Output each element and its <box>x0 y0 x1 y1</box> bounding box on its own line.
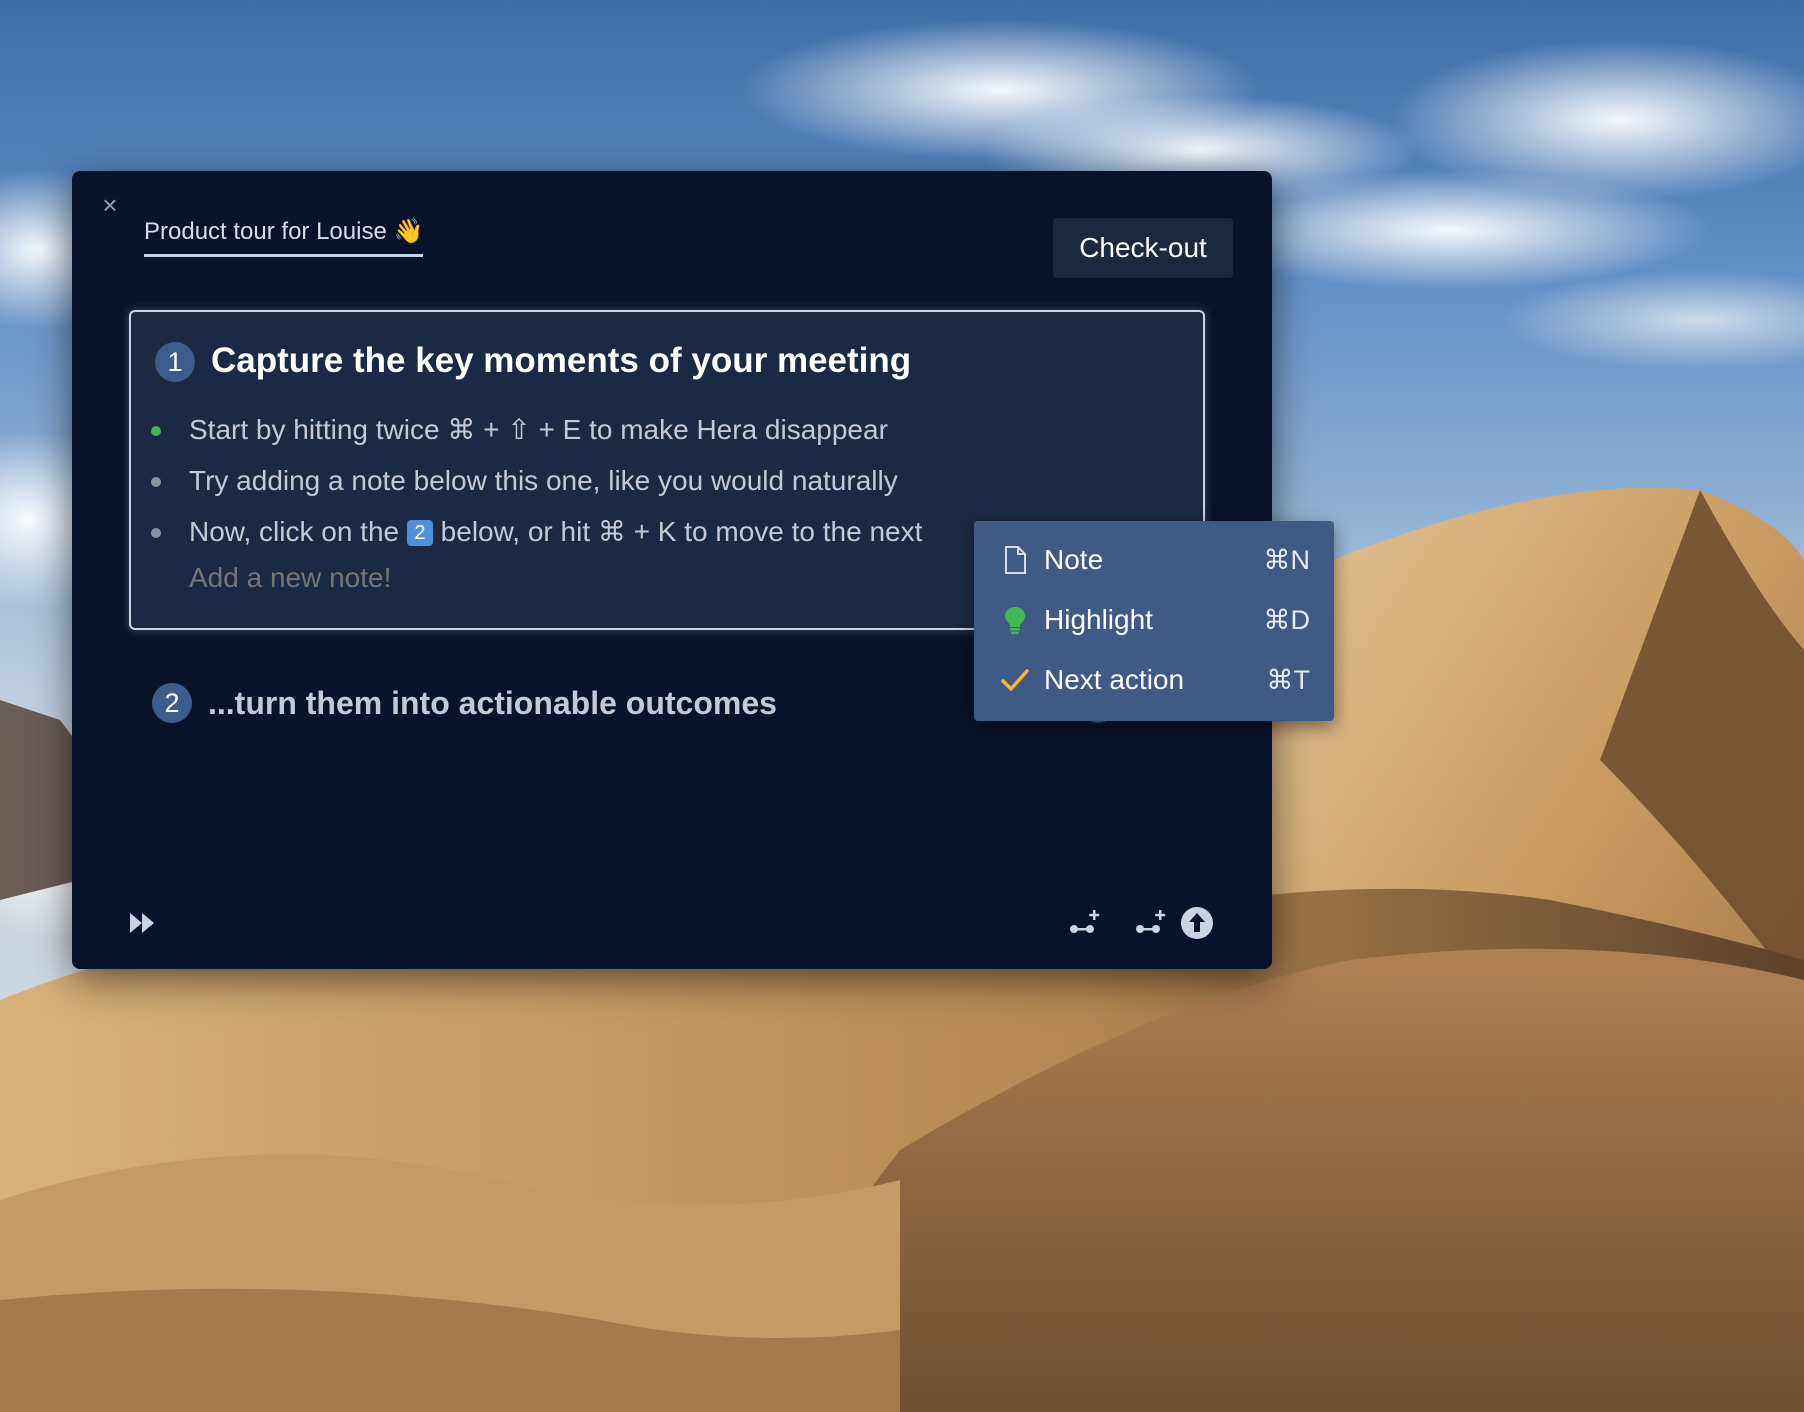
note-text: Try adding a note below this one, like y… <box>189 465 898 496</box>
keycap-2-icon: 2 <box>406 520 433 546</box>
upload-arrow-icon[interactable] <box>1178 904 1216 942</box>
lightbulb-icon <box>1005 607 1025 634</box>
note-text: Start by hitting twice ⌘ + ⇧ + E to make… <box>189 414 888 445</box>
add-note-input[interactable] <box>189 562 789 594</box>
checkmark-icon <box>1001 669 1029 691</box>
menu-item-shortcut: ⌘T <box>1266 665 1311 695</box>
document-icon <box>1005 546 1026 574</box>
fast-forward-icon[interactable] <box>124 904 162 942</box>
section-1-title: Capture the key moments of your meeting <box>211 341 912 380</box>
close-icon[interactable]: × <box>98 192 122 218</box>
add-link-icon[interactable] <box>1132 904 1170 942</box>
hera-meeting-window: × Product tour for Louise 👋 Check-out 1 … <box>72 171 1334 969</box>
checkout-button[interactable]: Check-out <box>1053 218 1233 278</box>
section-2-title: ...turn them into actionable outcomes <box>208 685 777 721</box>
note-item[interactable]: Try adding a note below this one, like y… <box>151 461 1051 501</box>
note-text: Now, click on the 2 below, or hit ⌘ + K … <box>189 512 922 552</box>
add-branch-icon[interactable] <box>1066 904 1104 942</box>
bullet-dot-icon <box>151 528 161 538</box>
menu-item-label: Note <box>1044 544 1104 575</box>
menu-item-note[interactable]: Note ⌘N <box>974 531 1334 589</box>
section-2-number-badge: 2 <box>152 683 192 723</box>
add-note-type-menu: Note ⌘N Highlight ⌘D Next action ⌘T <box>974 521 1334 721</box>
menu-item-shortcut: ⌘D <box>1263 605 1311 635</box>
meeting-tab[interactable]: Product tour for Louise 👋 <box>144 217 424 257</box>
note-item[interactable]: Now, click on the 2 below, or hit ⌘ + K … <box>151 512 1051 552</box>
note-text-prefix: Now, click on the <box>189 516 400 547</box>
menu-item-label: Highlight <box>1044 604 1153 635</box>
menu-item-shortcut: ⌘N <box>1263 545 1311 575</box>
note-item[interactable]: Start by hitting twice ⌘ + ⇧ + E to make… <box>151 410 1051 450</box>
menu-item-next-action[interactable]: Next action ⌘T <box>974 651 1334 709</box>
menu-item-highlight[interactable]: Highlight ⌘D <box>974 591 1334 649</box>
bullet-dot-icon <box>151 477 161 487</box>
meeting-tab-label: Product tour for Louise 👋 <box>144 218 424 245</box>
bullet-dot-icon <box>151 426 161 436</box>
section-1-number-badge: 1 <box>155 342 195 382</box>
note-text-suffix: below, or hit ⌘ + K to move to the next <box>440 516 923 547</box>
menu-item-label: Next action <box>1044 664 1185 695</box>
